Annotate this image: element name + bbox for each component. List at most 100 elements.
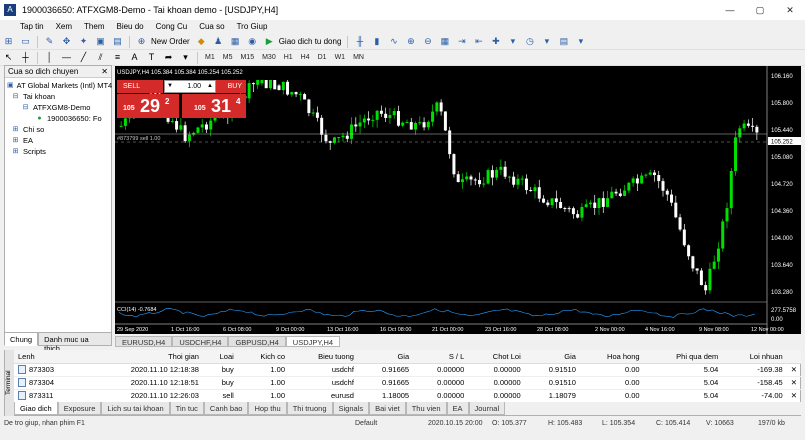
auto-trading-icon[interactable]: ▶	[263, 35, 276, 48]
close-order-icon[interactable]: ✕	[786, 363, 801, 377]
table-row[interactable]: 873303 2020.11.10 12:18:38 buy 1.00 usdc…	[14, 363, 801, 377]
templates-icon[interactable]: ▤	[557, 35, 570, 48]
menu-view[interactable]: Xem	[50, 20, 78, 34]
horizontal-line-icon[interactable]: —	[60, 51, 73, 64]
tree-scripts[interactable]: ⊞ Scripts	[5, 146, 111, 157]
tab-signals[interactable]: Signals	[332, 402, 370, 415]
label-tool-icon[interactable]: T	[145, 51, 158, 64]
col-size[interactable]: Kich co	[237, 350, 290, 364]
periods-icon[interactable]: ◷	[523, 35, 536, 48]
data-window-icon[interactable]: ✥	[60, 35, 73, 48]
fibonacci-icon[interactable]: ≡	[111, 51, 124, 64]
timeframe-mn[interactable]: MN	[349, 54, 368, 61]
vertical-line-icon[interactable]: │	[43, 51, 56, 64]
maximize-button[interactable]: ▢	[745, 0, 775, 20]
menu-window[interactable]: Cua so	[193, 20, 230, 34]
tab-mailbox[interactable]: Hop thu	[248, 402, 287, 415]
indicators-dropdown-icon[interactable]: ▾	[506, 35, 519, 48]
tab-exposure[interactable]: Exposure	[57, 402, 102, 415]
menu-help[interactable]: Tro Giup	[231, 20, 274, 34]
trendline-icon[interactable]: ╱	[77, 51, 90, 64]
tab-trade[interactable]: Giao dich	[14, 402, 58, 415]
lot-increase-icon[interactable]: ▲	[207, 81, 213, 92]
tab-account-history[interactable]: Lich su tai khoan	[101, 402, 170, 415]
col-open-price[interactable]: Gia	[357, 350, 414, 364]
tab-code-base[interactable]: Thu vien	[405, 402, 447, 415]
col-type[interactable]: Loai	[202, 350, 238, 364]
table-row[interactable]: 873311 2020.11.10 12:26:03 sell 1.00 eur…	[14, 389, 801, 403]
lot-decrease-icon[interactable]: ▼	[167, 81, 173, 92]
sell-button[interactable]: SELL	[117, 80, 163, 93]
menu-file[interactable]: Tap tin	[0, 20, 50, 34]
new-chart-icon[interactable]: ⊞	[2, 35, 15, 48]
col-price[interactable]: Gia	[524, 350, 580, 364]
minimize-button[interactable]: —	[715, 0, 745, 20]
tile-windows-icon[interactable]: ▦	[438, 35, 451, 48]
tree-accounts[interactable]: ⊟ Tai khoan	[5, 91, 111, 102]
candlestick-icon[interactable]: ▮	[370, 35, 383, 48]
timeframe-m1[interactable]: M1	[201, 54, 219, 61]
tree-server[interactable]: ⊟ ATFXGM8-Demo	[5, 102, 111, 113]
new-order-icon[interactable]: ⊕	[135, 35, 148, 48]
status-profile[interactable]: Default	[355, 420, 377, 427]
tab-common[interactable]: Chung	[4, 332, 39, 346]
tab-alerts[interactable]: Canh bao	[203, 402, 249, 415]
col-sl[interactable]: S / L	[413, 350, 469, 364]
crosshair-icon[interactable]: ┼	[19, 51, 32, 64]
profiles-icon[interactable]: ▭	[19, 35, 32, 48]
autoscroll-icon[interactable]: ⇥	[455, 35, 468, 48]
menu-insert[interactable]: Them	[78, 20, 110, 34]
vps-icon[interactable]: ◉	[246, 35, 259, 48]
indicators-icon[interactable]: ✚	[489, 35, 502, 48]
zoom-out-icon[interactable]: ⊖	[421, 35, 434, 48]
market-watch-icon[interactable]: ✎	[43, 35, 56, 48]
tab-news[interactable]: Tin tuc	[169, 402, 204, 415]
navigator-icon[interactable]: ✦	[77, 35, 90, 48]
timeframe-m15[interactable]: M15	[236, 54, 258, 61]
navigator-close-icon[interactable]: ✕	[101, 67, 108, 76]
close-order-icon[interactable]: ✕	[786, 389, 801, 403]
timeframe-m30[interactable]: M30	[258, 54, 280, 61]
tree-broker[interactable]: ▣ AT Global Markets (Intl) MT4	[5, 80, 112, 91]
col-symbol[interactable]: Bieu tuong	[289, 350, 358, 364]
tab-experts[interactable]: EA	[446, 402, 469, 415]
col-order[interactable]: Lenh	[14, 350, 84, 364]
timeframe-h4[interactable]: H4	[297, 54, 314, 61]
buy-button[interactable]: BUY	[216, 80, 246, 93]
col-time[interactable]: Thoi gian	[83, 350, 203, 364]
tab-favorites[interactable]: Danh muc ua thich	[38, 332, 112, 353]
channel-icon[interactable]: ⫽	[94, 51, 107, 64]
close-order-icon[interactable]: ✕	[786, 376, 801, 390]
arrows-icon[interactable]: ➦	[162, 51, 175, 64]
chart-tab-usdjpy[interactable]: USDJPY,H4	[285, 336, 341, 347]
tab-journal[interactable]: Journal	[468, 402, 506, 415]
bar-chart-icon[interactable]: ╫	[353, 35, 366, 48]
close-button[interactable]: ✕	[775, 0, 805, 20]
auto-trading-button[interactable]: Giao dich tu dong	[279, 37, 342, 46]
lot-size-input[interactable]: ▼ 1.00 ▲	[164, 80, 216, 93]
periods-dropdown-icon[interactable]: ▾	[540, 35, 553, 48]
timeframe-d1[interactable]: D1	[314, 54, 331, 61]
timeframe-h1[interactable]: H1	[280, 54, 297, 61]
cursor-icon[interactable]: ↖	[2, 51, 15, 64]
new-order-button[interactable]: New Order	[151, 37, 190, 46]
tree-experts[interactable]: ⊞ EA	[5, 135, 111, 146]
zoom-in-icon[interactable]: ⊕	[404, 35, 417, 48]
line-chart-icon[interactable]: ∿	[387, 35, 400, 48]
arrows-dropdown-icon[interactable]: ▾	[179, 51, 192, 64]
col-profit[interactable]: Loi nhuan	[722, 350, 787, 364]
table-row[interactable]: 873304 2020.11.10 12:18:51 buy 1.00 usdc…	[14, 376, 801, 390]
tab-market[interactable]: Thi truong	[286, 402, 333, 415]
terminal-icon[interactable]: ▣	[94, 35, 107, 48]
chart-shift-icon[interactable]: ⇤	[472, 35, 485, 48]
chart-tab-usdchf[interactable]: USDCHF,H4	[172, 336, 229, 347]
col-commission[interactable]: Hoa hong	[579, 350, 644, 364]
menu-tools[interactable]: Cong Cu	[150, 20, 194, 34]
col-tp[interactable]: Chot Loi	[468, 350, 525, 364]
tester-icon[interactable]: ▤	[111, 35, 124, 48]
tab-articles[interactable]: Bai viet	[369, 402, 406, 415]
chart-tab-gbpusd[interactable]: GBPUSD,H4	[228, 336, 286, 347]
buy-price-button[interactable]: 105 31 4	[182, 94, 246, 118]
market-icon[interactable]: ▦	[229, 35, 242, 48]
signals-icon[interactable]: ♟	[212, 35, 225, 48]
